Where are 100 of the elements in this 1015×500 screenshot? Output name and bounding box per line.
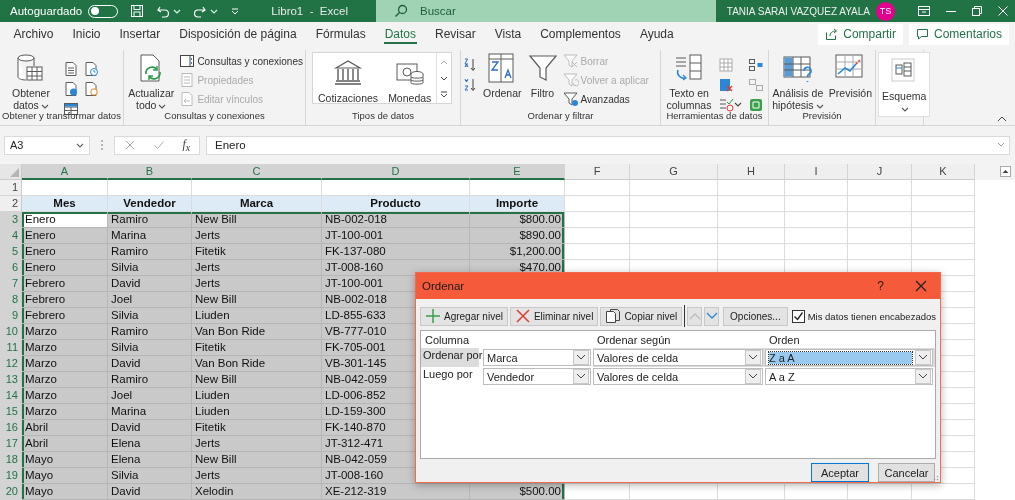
column-header[interactable]: K	[912, 164, 975, 180]
toolbar-button[interactable]: Eliminar nivel	[509, 306, 599, 326]
dropdown-field[interactable]: Valores de celda	[593, 349, 763, 366]
row-header[interactable]: 12	[0, 356, 22, 372]
column-header[interactable]: F	[565, 164, 630, 180]
row-header[interactable]: 9	[0, 308, 22, 324]
share-button[interactable]: Compartir	[818, 23, 903, 45]
table-cell: Ramiro	[108, 212, 192, 228]
ribbon-tab[interactable]: Revisar	[425, 22, 486, 46]
group-label: Previsión	[802, 110, 843, 123]
row-header[interactable]: 8	[0, 292, 22, 308]
row-header[interactable]: 6	[0, 260, 22, 276]
toolbar-button[interactable]: Copiar nivel	[600, 306, 683, 326]
row-header[interactable]: 1	[0, 180, 22, 196]
table-cell: $800.00	[470, 212, 565, 228]
ribbon-tab[interactable]: Fórmulas	[306, 22, 376, 46]
insert-function-button[interactable]: f$_{x}$	[182, 136, 191, 154]
row-header[interactable]: 2	[0, 196, 22, 212]
ribbon-button[interactable]: Obtener datos	[2, 52, 60, 111]
user-name: TANIA SARAI VAZQUEZ AYALA	[726, 5, 870, 17]
table-cell: Jerts	[192, 468, 322, 484]
ribbon-button[interactable]: Análisis de hipótesis	[771, 52, 825, 111]
ribbon-button[interactable]: Ordenar	[482, 52, 523, 99]
ribbon-button[interactable]: Filtro	[525, 52, 560, 99]
row-header[interactable]: 18	[0, 452, 22, 468]
name-box[interactable]: A3	[4, 135, 90, 155]
ribbon-button[interactable]: Esquema	[878, 52, 931, 117]
ribbon-tab[interactable]: Complementos	[530, 22, 631, 46]
column-header[interactable]: C	[192, 164, 322, 180]
column-header[interactable]: H	[718, 164, 785, 180]
column-header[interactable]: D	[322, 164, 470, 180]
column-header[interactable]: E	[470, 164, 565, 180]
row-header[interactable]: 3	[0, 212, 22, 228]
row-header[interactable]: 4	[0, 228, 22, 244]
ribbon-tab[interactable]: Disposición de página	[169, 22, 307, 46]
table-cell: $500.00	[470, 484, 565, 500]
table-cell: Marzo	[22, 356, 108, 372]
table-cell: $890.00	[470, 228, 565, 244]
ribbon-tab[interactable]: Ayuda	[630, 22, 684, 46]
dropdown-field[interactable]: Valores de celda	[593, 368, 763, 385]
table-cell: Silvia	[108, 308, 192, 324]
column-header[interactable]: J	[848, 164, 912, 180]
table-cell: Enero	[22, 244, 108, 260]
formula-field[interactable]: Enero	[206, 135, 1010, 155]
ok-button[interactable]: Aceptar	[811, 463, 869, 482]
row-header[interactable]: 15	[0, 404, 22, 420]
table-cell: Marzo	[22, 340, 108, 356]
window-title: Libro1 - Excel	[271, 5, 348, 17]
column-header[interactable]: B	[108, 164, 192, 180]
row-header[interactable]: 17	[0, 436, 22, 452]
row-header[interactable]: 19	[0, 468, 22, 484]
ribbon-button[interactable]: Previsión	[827, 52, 873, 99]
search-field[interactable]: Buscar	[376, 0, 716, 22]
table-cell: Ramiro	[108, 244, 192, 260]
table-cell: JT-100-001	[322, 228, 470, 244]
autosave-label: Autoguardado	[10, 5, 83, 17]
table-cell: Elena	[108, 452, 192, 468]
column-header[interactable]: A	[22, 164, 108, 180]
ribbon-button[interactable]: Texto en columnas	[663, 52, 715, 111]
row-header[interactable]: 7	[0, 276, 22, 292]
row-header[interactable]: 20	[0, 484, 22, 500]
table-cell: New Bill	[192, 372, 322, 388]
row-header[interactable]: 11	[0, 340, 22, 356]
options-button[interactable]: Opciones...	[723, 306, 788, 326]
ribbon-button[interactable]: Avanzadas	[562, 90, 649, 108]
table-cell: Enero	[22, 260, 108, 276]
dropdown-field[interactable]: Z a A	[765, 349, 933, 366]
ribbon-button[interactable]: Actualizar todo	[126, 52, 177, 111]
table-cell: Joel	[108, 388, 192, 404]
ribbon-tab[interactable]: Insertar	[110, 22, 170, 46]
table-cell: Jerts	[192, 260, 322, 276]
row-header[interactable]: 5	[0, 244, 22, 260]
toolbar-button[interactable]: Agregar nivel	[420, 306, 508, 326]
row-header[interactable]: 13	[0, 372, 22, 388]
row-header[interactable]: 16	[0, 420, 22, 436]
row-header[interactable]: 10	[0, 324, 22, 340]
dropdown-field[interactable]: Vendedor	[483, 368, 591, 385]
header-cell: Importe	[470, 196, 565, 212]
table-cell: Febrero	[22, 292, 108, 308]
table-cell: JT-008-160	[322, 260, 470, 276]
column-header[interactable]: G	[630, 164, 718, 180]
table-cell: Mayo	[22, 484, 108, 500]
table-cell: Silvia	[108, 260, 192, 276]
ribbon-tab[interactable]: Archivo	[4, 22, 63, 46]
table-cell: NB-002-018	[322, 212, 470, 228]
dropdown-field[interactable]: Marca	[483, 349, 591, 366]
user-avatar[interactable]: TS	[876, 1, 895, 21]
cancel-button[interactable]: Cancelar	[878, 463, 935, 482]
ribbon-button[interactable]: Consultas y conexiones	[179, 52, 303, 70]
column-header[interactable]: I	[785, 164, 848, 180]
ribbon-tab[interactable]: Vista	[485, 22, 531, 46]
row-header[interactable]: 14	[0, 388, 22, 404]
help-button[interactable]: ?	[877, 279, 884, 293]
dropdown-field[interactable]: A a Z	[765, 368, 933, 385]
dialog-title: Ordenar	[422, 280, 466, 292]
ribbon-tab[interactable]: Datos	[375, 22, 426, 46]
table-cell: Fitetik	[192, 420, 322, 436]
checkbox-label[interactable]: Mis datos tienen encabezados	[807, 310, 936, 322]
comments-button[interactable]: Comentarios	[908, 23, 1009, 45]
ribbon-tab[interactable]: Inicio	[63, 22, 111, 46]
